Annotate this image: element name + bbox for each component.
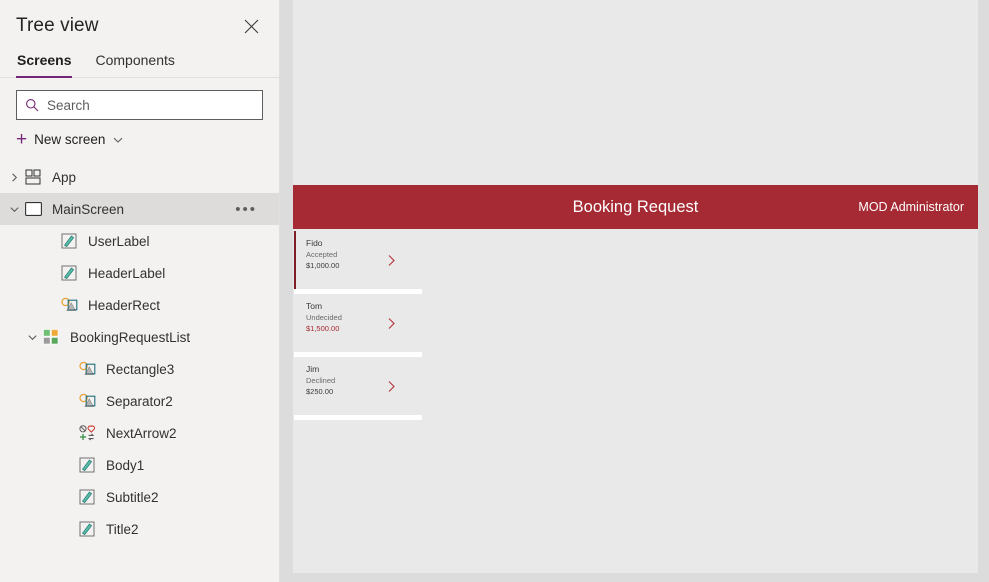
- gallery-item-amount: $1,500.00: [306, 324, 340, 333]
- app-header-bar[interactable]: Booking Request MOD Administrator: [293, 185, 978, 229]
- label-icon: [76, 454, 98, 476]
- tree-item-body1[interactable]: Body1: [0, 449, 279, 481]
- tree-item-label: HeaderRect: [88, 297, 161, 313]
- tree-item-label: MainScreen: [52, 201, 125, 217]
- gallery-item-subtitle: Undecided: [306, 313, 342, 322]
- tree-item-bookingrequestlist[interactable]: BookingRequestList: [0, 321, 279, 353]
- label-icon: [76, 518, 98, 540]
- label-icon: [58, 230, 80, 252]
- search-icon: [25, 98, 39, 112]
- tree-item-more-button[interactable]: •••: [235, 193, 257, 225]
- tree-item-separator2[interactable]: Separator2: [0, 385, 279, 417]
- search-input[interactable]: [47, 91, 254, 119]
- canvas-area: Booking Request MOD Administrator Fido Ac…: [281, 0, 989, 582]
- gallery-item-title: Tom: [306, 301, 323, 311]
- tab-components[interactable]: Components: [94, 48, 175, 77]
- tree-item-mainscreen[interactable]: MainScreen •••: [0, 193, 279, 225]
- tree-item-title2[interactable]: Title2: [0, 513, 279, 545]
- next-arrow-icon: [76, 422, 98, 444]
- tree-item-label: NextArrow2: [106, 425, 177, 441]
- gallery-item-title: Jim: [306, 364, 320, 374]
- tree-item-subtitle2[interactable]: Subtitle2: [0, 481, 279, 513]
- gallery-item-subtitle: Accepted: [306, 250, 338, 259]
- gallery-item[interactable]: Jim Declined $250.00: [294, 357, 422, 420]
- chevron-down-icon[interactable]: [112, 134, 124, 146]
- app-canvas[interactable]: Booking Request MOD Administrator Fido Ac…: [293, 0, 978, 573]
- tree-item-label: Separator2: [106, 393, 173, 409]
- chevron-right-icon[interactable]: [6, 161, 22, 193]
- gallery-item-amount: $250.00: [306, 387, 334, 396]
- tree-item-headerlabel[interactable]: HeaderLabel: [0, 257, 279, 289]
- tree-item-headerrect[interactable]: HeaderRect: [0, 289, 279, 321]
- tree-view-panel: Tree view Screens Components + New scree…: [0, 0, 280, 582]
- new-screen-label: New screen: [34, 132, 106, 147]
- gallery-item-subtitle: Declined: [306, 376, 336, 385]
- label-icon: [76, 486, 98, 508]
- gallery-item-separator: [294, 415, 422, 420]
- close-icon[interactable]: [239, 14, 263, 38]
- tree-item-rectangle3[interactable]: Rectangle3: [0, 353, 279, 385]
- tree-item-label: Body1: [106, 457, 145, 473]
- gallery-icon: [40, 326, 62, 348]
- screen-icon: [22, 198, 44, 220]
- gallery-item-next-arrow[interactable]: [387, 231, 396, 289]
- gallery-item[interactable]: Tom Undecided $1,500.00: [294, 294, 422, 357]
- gallery-item-next-arrow[interactable]: [387, 357, 396, 415]
- tree-item-label: App: [52, 169, 77, 185]
- header-user-label: MOD Administrator: [858, 200, 964, 214]
- chevron-right-icon: [387, 317, 396, 330]
- shape-icon: [58, 294, 80, 316]
- tree-item-label: Rectangle3: [106, 361, 175, 377]
- tree-view-header: Tree view: [0, 0, 279, 44]
- tree-item-label: HeaderLabel: [88, 265, 166, 281]
- tree-list: App MainScreen ••• UserLabel HeaderLabel Head…: [0, 161, 279, 545]
- gallery-item-next-arrow[interactable]: [387, 294, 396, 352]
- tab-screens[interactable]: Screens: [16, 48, 73, 78]
- shape-icon: [76, 390, 98, 412]
- chevron-down-icon[interactable]: [6, 193, 22, 225]
- gallery-item[interactable]: Fido Accepted $1,000.00: [294, 231, 422, 294]
- booking-request-gallery: Fido Accepted $1,000.00 Tom Undecided $1,500.…: [294, 231, 422, 420]
- plus-icon: +: [16, 129, 28, 150]
- tree-item-label: Subtitle2: [106, 489, 159, 505]
- tab-strip: Screens Components: [0, 44, 279, 78]
- shape-icon: [76, 358, 98, 380]
- tree-item-label: Title2: [106, 521, 139, 537]
- app-grid-icon: [22, 166, 44, 188]
- gallery-item-amount: $1,000.00: [306, 261, 340, 270]
- page-title: Tree view: [16, 15, 99, 36]
- search-box[interactable]: [16, 90, 263, 120]
- new-screen-button[interactable]: + New screen: [0, 120, 279, 159]
- tree-item-label: BookingRequestList: [70, 329, 191, 345]
- label-icon: [58, 262, 80, 284]
- gallery-item-title: Fido: [306, 238, 323, 248]
- tree-item-app[interactable]: App: [0, 161, 279, 193]
- tree-item-userlabel[interactable]: UserLabel: [0, 225, 279, 257]
- chevron-down-icon[interactable]: [24, 321, 40, 353]
- chevron-right-icon: [387, 254, 396, 267]
- tree-item-label: UserLabel: [88, 233, 150, 249]
- tree-item-nextarrow2[interactable]: NextArrow2: [0, 417, 279, 449]
- search-row: [0, 78, 279, 120]
- chevron-right-icon: [387, 380, 396, 393]
